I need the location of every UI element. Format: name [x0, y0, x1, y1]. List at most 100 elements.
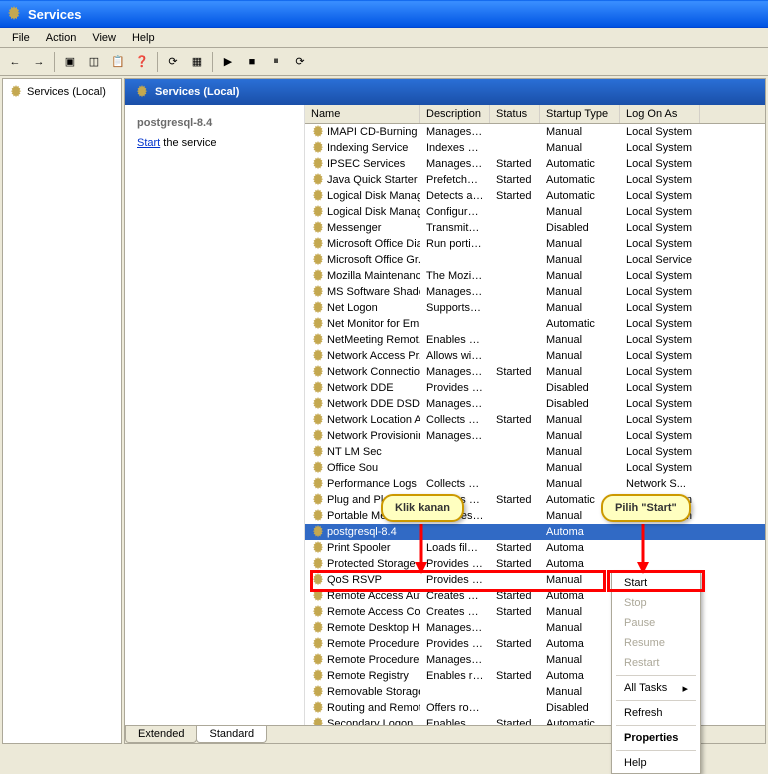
service-startup: Automatic: [540, 718, 620, 725]
menu-help[interactable]: Help: [612, 753, 700, 773]
service-name: Network Location A...: [327, 414, 420, 426]
service-row[interactable]: Indexing ServiceIndexes co...ManualLocal…: [305, 140, 765, 156]
service-name: Network Provisionin...: [327, 430, 420, 442]
service-logon: Local System: [620, 158, 700, 170]
service-row[interactable]: IPSEC ServicesManages I...StartedAutomat…: [305, 156, 765, 172]
menu-start[interactable]: Start: [612, 573, 700, 593]
col-status[interactable]: Status: [490, 105, 540, 123]
menu-refresh[interactable]: Refresh: [612, 703, 700, 723]
col-description[interactable]: Description: [420, 105, 490, 123]
service-logon: Local System: [620, 190, 700, 202]
service-status: Started: [490, 542, 540, 554]
toolbar: ← → ▣ ◫ 📋 ❓ ⟳ ▦ ▶ ■ ⏸ ⟳: [0, 48, 768, 76]
service-desc: Transmits ...: [420, 222, 490, 234]
service-row[interactable]: Net LogonSupports p...ManualLocal System: [305, 300, 765, 316]
service-desc: Offers rout...: [420, 702, 490, 714]
tab-extended[interactable]: Extended: [125, 726, 197, 743]
service-name: NT LM Sec: [327, 446, 382, 458]
toolbar-btn-4[interactable]: ❓: [131, 51, 153, 73]
service-desc: Creates a ...: [420, 606, 490, 618]
menu-view[interactable]: View: [84, 30, 124, 46]
menu-all-tasks[interactable]: All Tasks: [612, 678, 700, 698]
gear-icon: [311, 381, 325, 395]
service-startup: Automa: [540, 590, 620, 602]
service-row[interactable]: MessengerTransmits ...DisabledLocal Syst…: [305, 220, 765, 236]
service-row[interactable]: Microsoft Office Gr...ManualLocal Servic…: [305, 252, 765, 268]
service-row[interactable]: NetMeeting Remot...Enables an...ManualLo…: [305, 332, 765, 348]
tree-root[interactable]: Services (Local): [7, 83, 117, 101]
toolbar-btn-2[interactable]: ◫: [83, 51, 105, 73]
toolbar-btn-1[interactable]: ▣: [59, 51, 81, 73]
service-row[interactable]: Performance Logs ...Collects pe...Manual…: [305, 476, 765, 492]
service-row[interactable]: Portable Media Seri...Retrieves t...Manu…: [305, 508, 765, 524]
forward-button[interactable]: →: [28, 51, 50, 73]
service-logon: Local System: [620, 302, 700, 314]
service-status: Started: [490, 558, 540, 570]
service-row[interactable]: Network Provisionin...Manages X...Manual…: [305, 428, 765, 444]
service-name: QoS RSVP: [327, 574, 382, 586]
service-row[interactable]: postgresql-8.4Automa: [305, 524, 765, 540]
service-name: Network Access Pr...: [327, 350, 420, 362]
toolbar-btn-5[interactable]: ⟳: [162, 51, 184, 73]
service-name: Remote Desktop H...: [327, 622, 420, 634]
service-startup: Manual: [540, 126, 620, 138]
service-row[interactable]: Plug and PlayEnables a c...StartedAutoma…: [305, 492, 765, 508]
service-name: Network DDE DSDM: [327, 398, 420, 410]
service-logon: Local System: [620, 430, 700, 442]
gear-icon: [311, 141, 325, 155]
gear-icon: [311, 285, 325, 299]
gear-icon: [311, 269, 325, 283]
service-row[interactable]: Logical Disk Manag...Configures...Manual…: [305, 204, 765, 220]
service-row[interactable]: Print SpoolerLoads files ...StartedAutom…: [305, 540, 765, 556]
play-button[interactable]: ▶: [217, 51, 239, 73]
service-status: Started: [490, 174, 540, 186]
service-name: Remote Procedure ...: [327, 654, 420, 666]
gear-icon: [311, 253, 325, 267]
service-row[interactable]: Office SouManualLocal System: [305, 460, 765, 476]
service-row[interactable]: Microsoft Office Dia...Run portio...Manu…: [305, 236, 765, 252]
col-startup[interactable]: Startup Type: [540, 105, 620, 123]
service-row[interactable]: Net Monitor for Em...AutomaticLocal Syst…: [305, 316, 765, 332]
service-row[interactable]: Protected StorageProvides pr...StartedAu…: [305, 556, 765, 572]
service-startup: Disabled: [540, 382, 620, 394]
service-row[interactable]: MS Software Shado...Manages s...ManualLo…: [305, 284, 765, 300]
pause-button[interactable]: ⏸: [265, 51, 287, 73]
start-service-link[interactable]: Start: [137, 137, 160, 149]
service-name: Secondary Logon: [327, 718, 413, 725]
service-row[interactable]: IMAPI CD-Burning ...Manages C...ManualLo…: [305, 124, 765, 140]
service-logon: Local System: [620, 270, 700, 282]
service-name: Logical Disk Manager: [327, 190, 420, 202]
service-row[interactable]: Network Access Pr...Allows win...ManualL…: [305, 348, 765, 364]
toolbar-btn-3[interactable]: 📋: [107, 51, 129, 73]
col-logon[interactable]: Log On As: [620, 105, 700, 123]
tab-standard[interactable]: Standard: [196, 726, 267, 743]
service-row[interactable]: Mozilla Maintenanc...The Mozilla...Manua…: [305, 268, 765, 284]
service-startup: Manual: [540, 302, 620, 314]
service-row[interactable]: Logical Disk ManagerDetects an...Started…: [305, 188, 765, 204]
service-row[interactable]: Network DDE DSDMManages D...DisabledLoca…: [305, 396, 765, 412]
service-row[interactable]: Java Quick StarterPrefetches...StartedAu…: [305, 172, 765, 188]
stop-button[interactable]: ■: [241, 51, 263, 73]
tree-panel: Services (Local): [2, 78, 122, 744]
back-button[interactable]: ←: [4, 51, 26, 73]
service-row[interactable]: Network Location A...Collects an...Start…: [305, 412, 765, 428]
service-name: Indexing Service: [327, 142, 408, 154]
gear-icon: [311, 365, 325, 379]
col-name[interactable]: Name: [305, 105, 420, 123]
menu-file[interactable]: File: [4, 30, 38, 46]
service-row[interactable]: Network DDEProvides n...DisabledLocal Sy…: [305, 380, 765, 396]
service-logon: Local System: [620, 142, 700, 154]
toolbar-btn-6[interactable]: ▦: [186, 51, 208, 73]
service-logon: Local System: [620, 382, 700, 394]
service-name: Remote Registry: [327, 670, 409, 682]
menu-help[interactable]: Help: [124, 30, 163, 46]
gear-icon: [311, 573, 325, 587]
service-startup: Automatic: [540, 158, 620, 170]
gear-icon: [311, 525, 325, 539]
service-row[interactable]: Network ConnectionsManages o...StartedMa…: [305, 364, 765, 380]
service-row[interactable]: NT LM SecManualLocal System: [305, 444, 765, 460]
menu-action[interactable]: Action: [38, 30, 85, 46]
menu-properties[interactable]: Properties: [612, 728, 700, 748]
restart-button[interactable]: ⟳: [289, 51, 311, 73]
service-name: postgresql-8.4: [327, 526, 397, 538]
